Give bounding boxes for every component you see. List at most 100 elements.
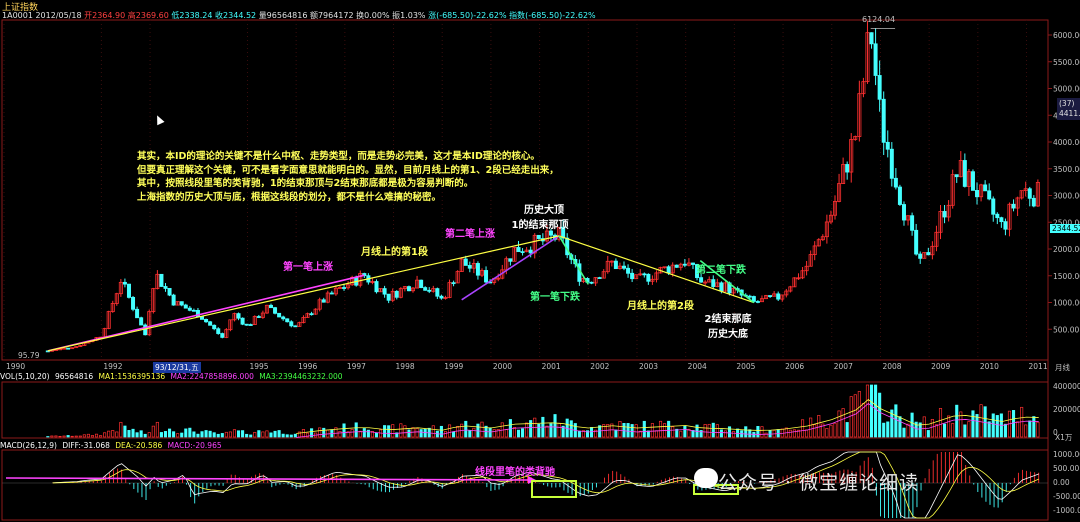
volume-bar xyxy=(748,429,752,438)
volume-bar xyxy=(99,435,103,438)
volume-bar xyxy=(362,428,366,438)
volume-bar xyxy=(204,430,208,438)
volume-bar xyxy=(220,433,224,438)
x-tick-label: 2005 xyxy=(736,362,755,371)
volume-bar xyxy=(667,420,671,438)
macd-highlight-box xyxy=(531,480,577,498)
volume-bar xyxy=(468,430,472,438)
candle-body xyxy=(690,262,695,265)
volume-bar xyxy=(707,423,711,438)
candle-body xyxy=(183,304,188,309)
volume-bar xyxy=(1028,420,1032,438)
note-line: 其实，本ID的理论的关键不是什么中枢、走势类型，而是走势必完美，这才是本ID理论… xyxy=(137,151,540,162)
note-line: 其中，按照线段里笔的类背驰，1的结束那顶与2结束那底都是极为容易判断的。 xyxy=(137,178,474,189)
candle-body xyxy=(613,260,618,270)
volume-bar xyxy=(123,425,127,438)
volume-bar xyxy=(630,424,634,438)
commentary-note: 其实，本ID的理论的关键不是什么中枢、走势类型，而是走势必完美，这才是本ID理论… xyxy=(137,150,617,204)
candle-body xyxy=(475,263,480,276)
candle-body xyxy=(516,247,521,253)
volume-bar xyxy=(224,431,228,438)
volume-bar xyxy=(212,432,216,438)
volume-bar xyxy=(196,433,200,438)
volume-bar xyxy=(837,410,841,438)
candle-body xyxy=(406,286,411,292)
candle-body xyxy=(1031,197,1036,207)
candle-body xyxy=(751,296,756,302)
volume-bar xyxy=(78,435,82,438)
volume-bar xyxy=(354,422,358,438)
vol-value: 96564816 xyxy=(54,372,94,381)
volume-bar xyxy=(894,404,898,438)
candle-body xyxy=(768,295,773,297)
y-tick-label: 1000.00 xyxy=(1053,299,1080,308)
candle-body xyxy=(321,299,326,303)
candle-body xyxy=(139,317,144,326)
price-badge-line2: 4411.82 xyxy=(1059,109,1080,118)
candle-body xyxy=(975,190,980,198)
volume-bar xyxy=(963,424,967,438)
volume-bar xyxy=(991,413,995,438)
candle-body xyxy=(755,301,760,303)
candle-body xyxy=(163,286,168,289)
volume-bar xyxy=(813,424,817,438)
candle-body xyxy=(845,164,850,173)
volume-bar xyxy=(273,430,277,438)
volume-bar xyxy=(232,429,237,438)
volume-bar xyxy=(853,394,857,438)
volume-bar xyxy=(374,432,379,438)
candle-body xyxy=(419,279,424,288)
x-tick-label: 1996 xyxy=(298,362,317,371)
volume-bar xyxy=(715,424,719,438)
candle-body xyxy=(642,273,647,276)
volume-bar xyxy=(66,435,70,438)
volume-bar xyxy=(886,421,890,438)
candle-body xyxy=(536,234,541,239)
candle-body xyxy=(987,190,992,200)
volume-bar xyxy=(1036,421,1040,438)
watermark: 公众号 · 微宝缠论细读 xyxy=(718,472,920,494)
volume-bar xyxy=(265,430,269,438)
volume-bar xyxy=(760,426,764,438)
candle-body xyxy=(747,295,752,298)
candle-body xyxy=(240,317,245,325)
volume-bar xyxy=(646,430,650,438)
candle-body xyxy=(285,318,290,323)
volume-bar xyxy=(70,435,74,438)
candle-body xyxy=(901,204,906,221)
volume-bar xyxy=(512,427,517,438)
price-badge: (37) 4411.82 xyxy=(1057,98,1080,120)
volume-bar xyxy=(407,429,411,438)
volume-bar xyxy=(926,430,930,438)
note-line: 但要真正理解这个关键，可不是看字面意思就能明白的。显然，目前月线上的第1、2段已… xyxy=(137,164,559,176)
candle-body xyxy=(122,281,127,285)
macd-divergence-arrow xyxy=(5,477,529,481)
volume-bar xyxy=(135,432,139,438)
volume-bar xyxy=(447,424,452,438)
volume-bar xyxy=(415,428,419,438)
volume-bar xyxy=(342,423,346,438)
volume-bar xyxy=(951,423,955,438)
macd-tick-label: 0.00 xyxy=(1053,478,1070,487)
volume-bar xyxy=(622,423,626,438)
volume-bar xyxy=(995,415,999,438)
volume-bar xyxy=(529,420,533,438)
vol-tick-label: 200000 xyxy=(1053,405,1080,414)
candle-body xyxy=(776,293,781,300)
candle-body xyxy=(630,272,635,280)
volume-bar xyxy=(131,428,135,438)
volume-bar xyxy=(614,429,618,438)
candle-body xyxy=(926,252,931,256)
volume-bar xyxy=(419,429,423,438)
macd-diff: DIFF:-31.068 xyxy=(62,441,110,450)
volume-bar xyxy=(833,422,837,438)
volume-bar xyxy=(679,430,683,438)
candle-body xyxy=(508,258,513,262)
volume-bar xyxy=(683,425,687,438)
bottom-label-line1: 2结束那底 xyxy=(704,314,752,325)
x-tick-label: 2009 xyxy=(931,362,950,371)
candle-body xyxy=(342,287,347,289)
candle-body xyxy=(1011,203,1016,209)
volume-bar xyxy=(849,396,853,438)
volume-bar xyxy=(553,414,557,438)
